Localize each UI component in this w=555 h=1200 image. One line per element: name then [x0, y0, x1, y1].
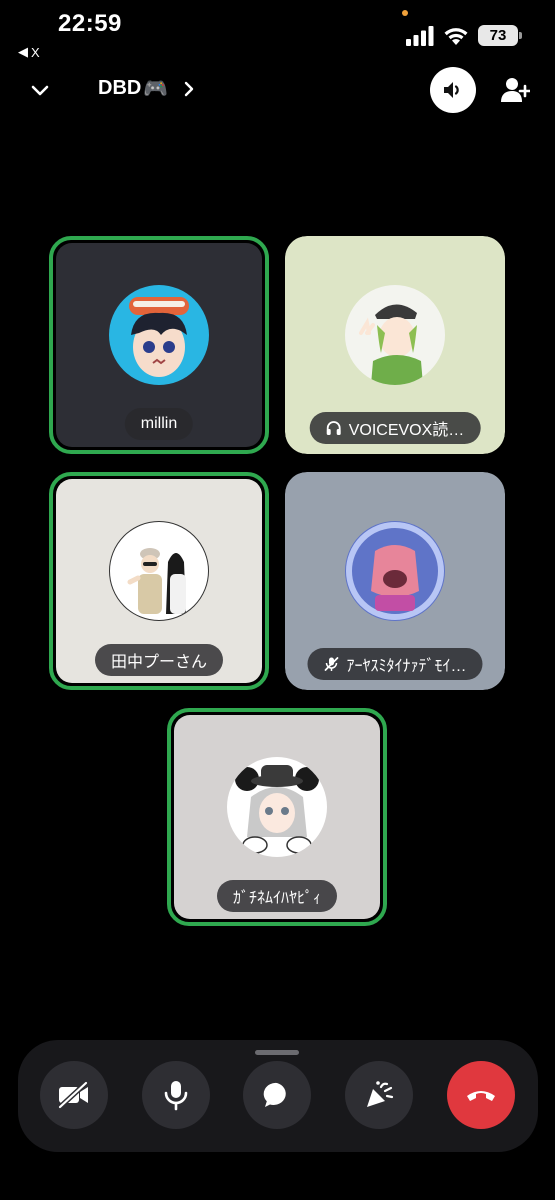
camera-off-icon: [57, 1080, 89, 1110]
channel-name-label: DBD: [98, 77, 142, 99]
mic-muted-icon: [324, 657, 339, 671]
participant-tile-voicevox[interactable]: VOICEVOX読…: [285, 236, 505, 454]
back-triangle-icon: ◀: [18, 44, 28, 59]
microphone-icon: [164, 1081, 188, 1111]
channel-title[interactable]: DBD 🎮: [98, 76, 196, 101]
participant-tile-gachinemu[interactable]: ｶﾞﾁﾈﾑｲﾊﾔﾋﾟｨ: [167, 708, 387, 926]
hang-up-icon: [467, 1091, 495, 1101]
add-user-icon[interactable]: [500, 76, 530, 104]
microphone-button[interactable]: [142, 1061, 210, 1129]
participant-name: ｶﾞﾁﾈﾑｲﾊﾔﾋﾟｨ: [216, 880, 338, 912]
privacy-indicator-dot: [402, 10, 408, 16]
avatar: [109, 285, 209, 385]
gamepad-emoji: 🎮: [143, 78, 169, 100]
participant-name-label: millin: [140, 415, 178, 432]
avatar: [345, 285, 445, 385]
participant-name-label: ｶﾞﾁﾈﾑｲﾊﾔﾋﾟｨ: [232, 890, 322, 907]
participant-tile-tanaka[interactable]: 田中プーさん: [49, 472, 269, 690]
chevron-right-icon: [185, 81, 194, 96]
participant-name-label: 田中プーさん: [110, 654, 208, 671]
participant-name-label: ｱｰﾔｽﾐﾀｲﾅｧﾃﾞﾓｲ…: [346, 658, 467, 675]
battery-indicator: 73: [478, 25, 522, 46]
avatar: [109, 521, 209, 621]
wifi-icon: [444, 28, 468, 45]
chat-button[interactable]: [243, 1061, 311, 1129]
collapse-chevron-icon[interactable]: [30, 80, 50, 100]
participant-name: VOICEVOX読…: [309, 412, 481, 444]
participant-name-label: VOICEVOX読…: [348, 422, 465, 439]
back-to-app-button[interactable]: ◀ X: [18, 44, 40, 60]
party-popper-icon: [367, 1081, 394, 1107]
participant-tile-millin[interactable]: millin: [49, 236, 269, 454]
participant-tile-ayasumi[interactable]: ｱｰﾔｽﾐﾀｲﾅｧﾃﾞﾓｲ…: [285, 472, 505, 690]
participant-name: 田中プーさん: [94, 644, 224, 676]
cellular-signal-icon: [406, 26, 434, 46]
soundboard-button[interactable]: [345, 1061, 413, 1129]
headphones-icon: [326, 421, 341, 435]
disconnect-button[interactable]: [447, 1061, 515, 1129]
speaker-button[interactable]: [430, 67, 476, 113]
camera-off-button[interactable]: [40, 1061, 108, 1129]
back-app-label: X: [31, 44, 40, 60]
drawer-handle[interactable]: [255, 1050, 299, 1055]
chat-bubble-icon: [263, 1082, 286, 1107]
avatar: [227, 757, 327, 857]
avatar: [345, 521, 445, 621]
status-time: 22:59: [58, 10, 122, 37]
speaker-icon: [444, 82, 459, 98]
participant-name: ｱｰﾔｽﾐﾀｲﾅｧﾃﾞﾓｲ…: [307, 648, 483, 680]
participant-name: millin: [124, 408, 194, 440]
